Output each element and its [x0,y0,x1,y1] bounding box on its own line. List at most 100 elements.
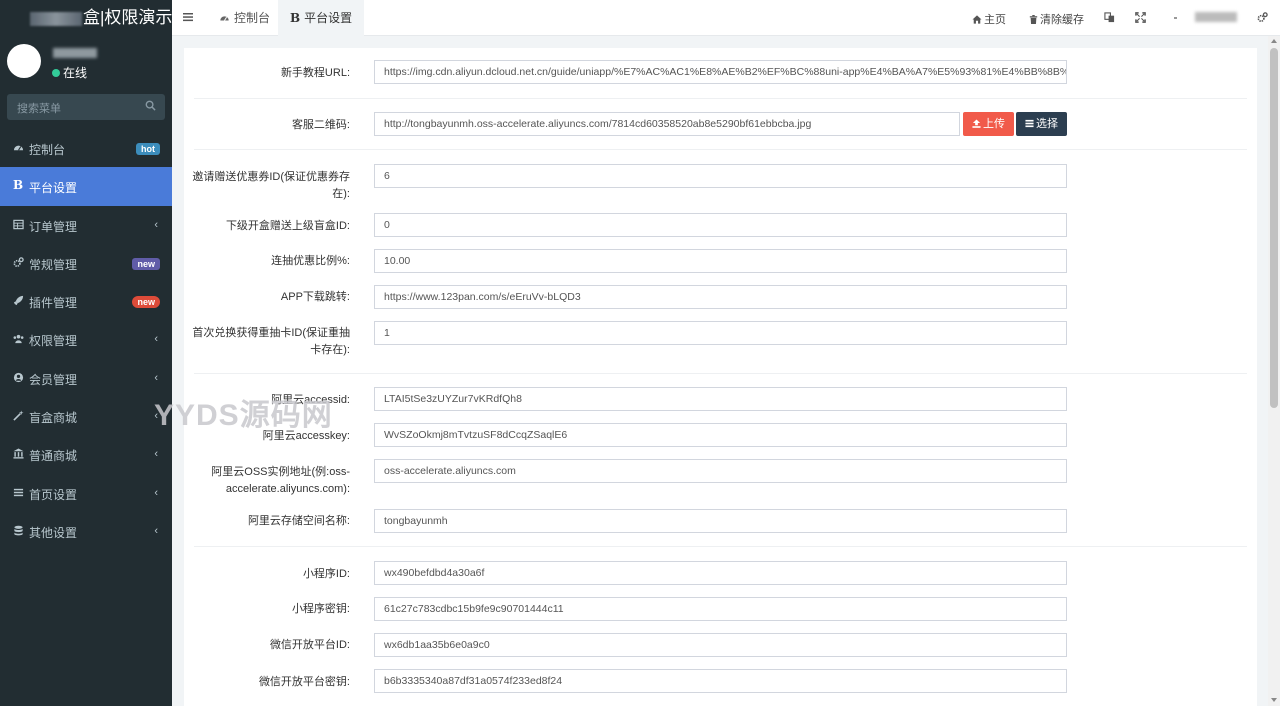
tutorial-url-input[interactable]: https://img.cdn.aliyun.dcloud.net.cn/gui… [374,60,1067,84]
tab-platform-settings[interactable]: B 平台设置 [278,0,365,36]
chevron-left-icon: ‹ [154,333,158,346]
fullscreen-icon[interactable] [1135,12,1146,23]
upload-label: 上传 [983,118,1005,130]
sidebar-item-label: 平台设置 [29,181,78,196]
sidebar-item-general[interactable]: 常规管理 new [0,244,172,282]
ali-bucket-label: 阿里云存储空间名称: [247,515,350,527]
ali-bucket-input[interactable]: tongbayunmh [374,509,1067,533]
sidebar-item-members[interactable]: 会员管理 ‹ [0,359,172,397]
chevron-left-icon: ‹ [154,486,158,499]
sidebar-item-home-settings[interactable]: 首页设置 ‹ [0,474,172,512]
dashboard-icon [13,145,24,151]
search-placeholder: 搜索菜单 [17,103,61,115]
service-qr-label: 客服二维码: [291,119,350,131]
invite-coupon-input[interactable]: 6 [374,164,1067,188]
page-scrollbar[interactable] [1268,36,1280,706]
choose-button[interactable]: 选择 [1016,112,1067,136]
chevron-left-icon: ‹ [154,524,158,537]
scroll-down-arrow-icon[interactable] [1271,698,1277,702]
mini-appid-label: 小程序ID: [302,568,350,580]
tab-dashboard[interactable]: 控制台 [207,0,282,36]
app-download-input[interactable]: https://www.123pan.com/s/eEruVv-bLQD3 [374,285,1067,309]
sidebar-item-label: 插件管理 [29,296,78,311]
clear-cache-button[interactable]: 清除缓存 [1029,11,1084,27]
sidebar-item-label: 会员管理 [29,372,78,387]
cogs-icon[interactable] [1257,12,1268,23]
tab-label: 控制台 [234,11,271,25]
translate-icon[interactable] [1104,12,1115,23]
draw-discount-input[interactable]: 10.00 [374,249,1067,273]
logo-text: 盒|权限演示 [83,8,172,27]
top-navbar: 控制台 B 平台设置 主页 清除缓存 [172,0,1280,36]
sidebar-item-permissions[interactable]: 权限管理 ‹ [0,320,172,358]
rocket-icon [13,296,24,306]
sidebar: 盒|权限演示 在线 搜索菜单 控制台 hot B 平台设置 订单管理 ‹ 常规管… [0,0,172,706]
sub-box-gift-input[interactable]: 0 [374,213,1067,237]
user-avatar-small[interactable] [1174,17,1177,19]
sidebar-item-label: 首页设置 [29,487,78,502]
sidebar-item-label: 订单管理 [29,219,78,234]
wx-open-id-input[interactable]: wx6db1aa35b6e0a9c0 [374,633,1067,657]
user-status-text: 在线 [63,66,88,80]
username-blurred [53,48,97,58]
list-icon [1025,119,1034,128]
sidebar-item-orders[interactable]: 订单管理 ‹ [0,206,172,244]
divider [194,373,1247,374]
first-redeem-label: 首次兑换获得重抽卡ID(保证重抽 卡存在): [192,327,350,356]
bold-b-icon: B [13,178,24,193]
first-redeem-input[interactable]: 1 [374,321,1067,345]
divider [194,149,1247,150]
sidebar-menu: 控制台 hot B 平台设置 订单管理 ‹ 常规管理 new 插件管理 new … [0,129,172,550]
user-circle-icon [13,372,24,382]
list-icon [13,488,24,496]
home-icon [972,15,982,24]
sidebar-item-normal-mall[interactable]: 普通商城 ‹ [0,435,172,473]
bold-b-icon: B [290,11,301,25]
upload-button[interactable]: 上传 [963,112,1014,136]
chevron-left-icon: ‹ [154,218,158,231]
scroll-up-arrow-icon[interactable] [1271,39,1277,43]
scroll-thumb[interactable] [1270,48,1278,408]
hamburger-menu-icon[interactable] [182,11,194,23]
tab-label: 平台设置 [304,11,353,25]
sidebar-item-label: 普通商城 [29,449,78,464]
avatar[interactable] [7,44,41,78]
divider [194,98,1247,99]
divider [194,546,1247,547]
header-username-blurred[interactable] [1195,12,1237,22]
mini-secret-input[interactable]: 61c27c783cdbc15b9fe9c90701444c11 [374,597,1067,621]
sidebar-item-platform-settings[interactable]: B 平台设置 [0,167,172,206]
mini-appid-input[interactable]: wx490befdbd4a30a6f [374,561,1067,585]
search-icon[interactable] [145,100,156,111]
online-dot-icon [52,69,60,77]
sidebar-item-label: 控制台 [29,143,66,157]
logo-blur [30,11,82,26]
sidebar-item-label: 盲盒商城 [29,411,78,426]
sidebar-item-label: 常规管理 [29,257,78,272]
menu-search-input[interactable]: 搜索菜单 [7,94,165,120]
home-label: 主页 [984,14,1006,26]
mini-secret-label: 小程序密钥: [291,603,350,615]
sidebar-item-label: 权限管理 [29,334,78,349]
ali-accesskey-input[interactable]: WvSZoOkmj8mTvtzuSF8dCcqZSaqlE6 [374,423,1067,447]
home-link[interactable]: 主页 [972,11,1006,27]
sidebar-item-blind-box-mall[interactable]: 盲盒商城 ‹ [0,397,172,435]
app-logo[interactable]: 盒|权限演示 [0,0,172,36]
service-qr-input[interactable]: http://tongbayunmh.oss-accelerate.aliyun… [374,112,960,136]
wx-open-secret-label: 微信开放平台密钥: [258,676,350,688]
sidebar-item-plugins[interactable]: 插件管理 new [0,282,172,320]
sidebar-item-other-settings[interactable]: 其他设置 ‹ [0,512,172,550]
ali-oss-input[interactable]: oss-accelerate.aliyuncs.com [374,459,1067,483]
ali-accessid-input[interactable]: LTAI5tSe3zUYZur7vKRdfQh8 [374,387,1067,411]
choose-label: 选择 [1036,118,1058,130]
magic-icon [13,410,24,421]
database-icon [14,525,23,536]
wx-open-secret-input[interactable]: b6b3335340a87df31a0574f233ed8f24 [374,669,1067,693]
wx-open-id-label: 微信开放平台ID: [269,639,350,651]
upload-icon [972,119,981,128]
bank-icon [13,448,24,459]
draw-discount-label: 连抽优惠比例%: [271,255,350,267]
tutorial-url-label: 新手教程URL: [280,67,350,79]
new-badge: new [132,296,160,309]
sidebar-item-dashboard[interactable]: 控制台 hot [0,129,172,167]
